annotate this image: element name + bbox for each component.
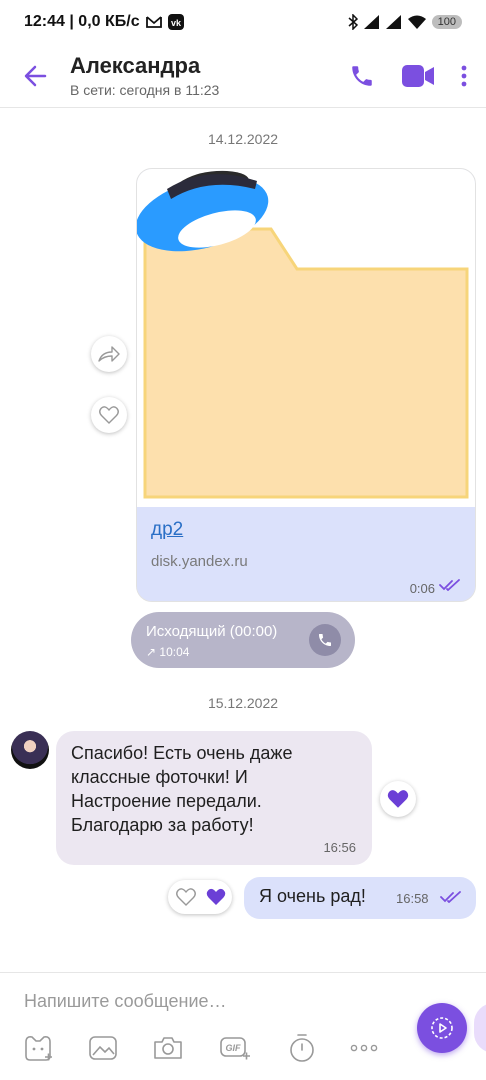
chat-screen: 12:44 | 0,0 КБ/с vk 100 Александра В сет…	[0, 0, 486, 1080]
secondary-action-button[interactable]	[474, 1003, 486, 1053]
heart-filled-icon	[206, 888, 226, 905]
sticker-icon	[25, 1036, 52, 1061]
svg-text:GIF: GIF	[226, 1043, 242, 1053]
more-vertical-icon	[461, 65, 467, 86]
message-input[interactable]: Напишите сообщение…	[24, 991, 227, 1012]
more-options-button[interactable]	[442, 52, 486, 100]
call-title: Исходящий (00:00)	[146, 623, 278, 640]
status-time: 12:44 | 0,0 КБ/с	[24, 13, 140, 30]
chat-header: Александра В сети: сегодня в 11:23	[0, 44, 486, 108]
back-arrow-icon	[24, 65, 47, 86]
link-domain: disk.yandex.ru	[151, 553, 248, 570]
message-text: Спасибо! Есть очень даже классные фоточк…	[71, 743, 293, 835]
heart-outline-icon	[176, 888, 196, 906]
heart-outline-icon	[99, 406, 119, 424]
share-arrow-icon	[98, 346, 120, 362]
gallery-icon	[89, 1036, 117, 1060]
gallery-button[interactable]	[86, 1031, 120, 1065]
double-check-icon	[440, 891, 461, 903]
message-time: 16:56	[323, 840, 356, 855]
like-button[interactable]	[91, 397, 127, 433]
call-button[interactable]	[338, 52, 386, 100]
gmail-icon	[145, 16, 162, 28]
outgoing-call-message[interactable]: Исходящий (00:00) ↗ 10:04	[131, 612, 355, 668]
message-time: 0:06	[409, 581, 435, 596]
more-tools-button[interactable]	[347, 1031, 381, 1065]
video-call-button[interactable]	[394, 52, 442, 100]
call-time: ↗ 10:04	[146, 645, 190, 659]
sticker-button[interactable]	[21, 1031, 55, 1065]
avatar[interactable]	[11, 731, 49, 769]
send-video-message-button[interactable]	[417, 1003, 467, 1053]
more-horizontal-icon	[350, 1044, 378, 1052]
status-bar: 12:44 | 0,0 КБ/с vk 100	[0, 0, 486, 44]
video-camera-icon	[402, 64, 434, 87]
vk-icon: vk	[167, 14, 184, 30]
call-back-button[interactable]	[309, 624, 341, 656]
reaction-pill[interactable]	[168, 880, 232, 914]
timer-button[interactable]	[285, 1031, 319, 1065]
svg-text:vk: vk	[171, 18, 182, 28]
message-composer: Напишите сообщение… GIF	[0, 972, 486, 1080]
back-button[interactable]	[0, 44, 70, 108]
phone-icon	[352, 65, 372, 86]
message-text: Я очень рад!	[259, 886, 366, 906]
gif-icon: GIF	[220, 1037, 250, 1060]
heart-filled-icon	[387, 790, 409, 808]
contact-info[interactable]: Александра В сети: сегодня в 11:23	[70, 53, 338, 98]
play-circle-icon	[431, 1017, 453, 1039]
like-button[interactable]	[380, 781, 416, 817]
date-separator: 14.12.2022	[207, 131, 279, 147]
bluetooth-icon	[348, 14, 358, 30]
double-check-icon	[439, 579, 460, 591]
camera-icon	[154, 1037, 182, 1059]
camera-button[interactable]	[151, 1031, 185, 1065]
phone-icon	[319, 634, 331, 646]
battery-icon: 100	[431, 15, 462, 29]
timer-icon	[290, 1034, 314, 1062]
outgoing-message[interactable]: Я очень рад! 16:58	[244, 877, 476, 919]
contact-name: Александра	[70, 53, 201, 78]
signal-icon	[363, 15, 379, 29]
signal-icon-2	[385, 15, 401, 29]
incoming-message[interactable]: Спасибо! Есть очень даже классные фоточк…	[56, 731, 372, 865]
wifi-icon	[407, 15, 426, 29]
contact-status: В сети: сегодня в 11:23	[70, 82, 220, 98]
message-time: 16:58	[396, 891, 429, 906]
link-preview-text: др2 disk.yandex.ru 0:06	[137, 507, 475, 601]
date-separator: 15.12.2022	[207, 695, 279, 711]
status-right: 100	[348, 14, 462, 30]
link-preview-message[interactable]: др2 disk.yandex.ru 0:06	[136, 168, 476, 602]
link-preview-image	[137, 169, 475, 507]
yandex-disk-folder-icon	[137, 170, 469, 499]
status-left: 12:44 | 0,0 КБ/с vk	[24, 13, 184, 31]
gif-button[interactable]: GIF	[218, 1031, 252, 1065]
share-button[interactable]	[91, 336, 127, 372]
link-title[interactable]: др2	[151, 519, 183, 541]
